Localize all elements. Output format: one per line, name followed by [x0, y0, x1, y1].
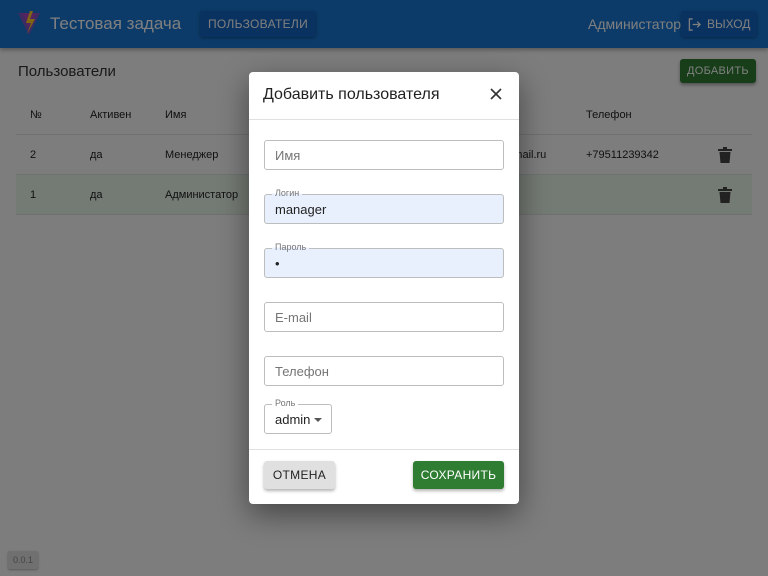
dialog-divider	[249, 119, 519, 120]
cancel-button[interactable]: ОТМЕНА	[264, 461, 335, 489]
phone-field[interactable]: Телефон	[264, 356, 504, 386]
login-label: Логин	[272, 188, 303, 199]
name-placeholder: Имя	[275, 148, 301, 163]
name-field[interactable]: Имя	[264, 140, 504, 170]
email-field[interactable]: E-mail	[264, 302, 504, 332]
dropdown-arrow-icon	[314, 418, 322, 422]
close-icon[interactable]	[489, 87, 503, 101]
role-select[interactable]: Роль admin	[264, 398, 332, 434]
role-value: admin	[275, 412, 311, 427]
dialog-actions-divider	[249, 449, 519, 450]
login-field[interactable]: Логин manager	[264, 188, 504, 224]
password-value: •	[275, 256, 280, 271]
role-label: Роль	[272, 398, 299, 409]
password-label: Пароль	[272, 242, 310, 253]
save-button[interactable]: СОХРАНИТЬ	[413, 461, 504, 489]
email-placeholder: E-mail	[275, 310, 312, 325]
add-user-dialog: Добавить пользователя Имя Логин manager …	[249, 72, 519, 504]
password-field[interactable]: Пароль •	[264, 242, 504, 278]
dialog-title: Добавить пользователя	[263, 86, 440, 103]
login-value: manager	[275, 202, 327, 217]
phone-placeholder: Телефон	[275, 364, 329, 379]
